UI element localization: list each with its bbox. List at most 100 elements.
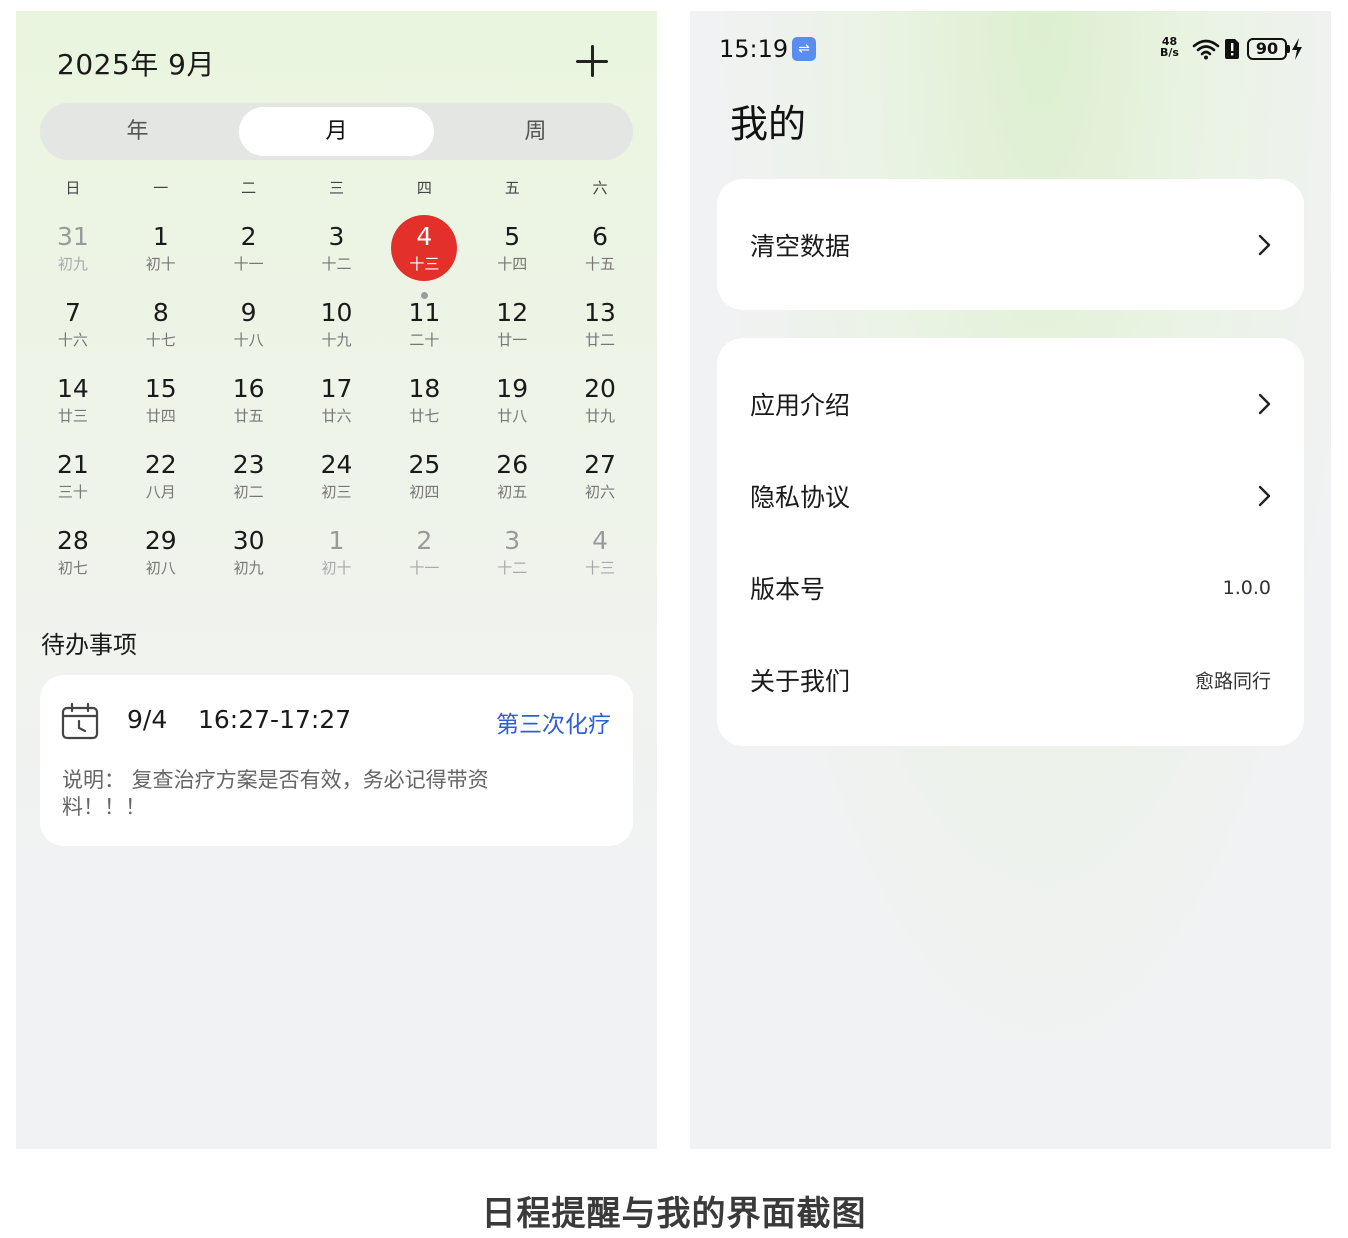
calendar-clock-icon [61, 702, 99, 740]
settings-row-label: 应用介绍 [750, 391, 851, 420]
lunar-date: 初七 [57, 559, 88, 577]
day-cell[interactable]: 23 初二 [205, 443, 293, 519]
day-number: 23 [232, 450, 265, 479]
settings-row[interactable]: 清空数据 [717, 199, 1304, 291]
day-number: 12 [496, 298, 529, 327]
lunar-date: 十六 [57, 331, 88, 349]
day-cell[interactable]: 31 初九 [29, 215, 117, 291]
lunar-date: 十七 [145, 331, 176, 349]
day-cell[interactable]: 5 十四 [468, 215, 556, 291]
settings-card-data: 清空数据 [717, 179, 1304, 310]
lunar-date: 十四 [497, 255, 528, 273]
day-cell[interactable]: 25 初四 [380, 443, 468, 519]
day-cell[interactable]: 20 廿九 [556, 367, 644, 443]
settings-row[interactable]: 应用介绍 [717, 358, 1304, 450]
day-cell[interactable]: 13 廿二 [556, 291, 644, 367]
day-cell[interactable]: 29 初八 [117, 519, 205, 595]
day-cell[interactable]: 15 廿四 [117, 367, 205, 443]
lunar-date: 十二 [321, 255, 352, 273]
lunar-date: 十一 [409, 559, 440, 577]
settings-row-value: 1.0.0 [1222, 577, 1271, 599]
day-number: 18 [408, 374, 441, 403]
day-cell[interactable]: 16 廿五 [205, 367, 293, 443]
day-cell[interactable]: 30 初九 [205, 519, 293, 595]
net-speed-unit: B/s [1160, 46, 1179, 59]
net-speed: 48 B/s [1160, 36, 1179, 58]
chevron-right-icon [1258, 485, 1271, 507]
day-cell[interactable]: 3 十二 [293, 215, 381, 291]
lunar-date: 初五 [497, 483, 528, 501]
day-cell[interactable]: 3 十二 [468, 519, 556, 595]
settings-row[interactable]: 关于我们 愈路同行 [717, 634, 1304, 726]
day-number: 1 [328, 526, 345, 555]
usb-icon: ⇌ [792, 37, 816, 61]
settings-row-value: 愈路同行 [1194, 670, 1271, 693]
day-number: 4 [592, 526, 609, 555]
day-number: 15 [144, 374, 177, 403]
day-cell[interactable]: 28 初七 [29, 519, 117, 595]
day-cell[interactable]: 2 十一 [380, 519, 468, 595]
day-cell[interactable]: 2 十一 [205, 215, 293, 291]
lunar-date: 十一 [233, 255, 264, 273]
chevron-right-icon [1258, 393, 1271, 415]
settings-row-label: 清空数据 [750, 232, 851, 261]
weekday-label: 六 [592, 179, 608, 197]
day-cell[interactable]: 4 十三 [556, 519, 644, 595]
day-cell[interactable]: 27 初六 [556, 443, 644, 519]
day-cell[interactable]: 6 十五 [556, 215, 644, 291]
day-cell[interactable]: 17 廿六 [293, 367, 381, 443]
lunar-date: 十三 [585, 559, 616, 577]
weekday-label: 一 [153, 179, 169, 197]
day-cell[interactable]: 1 初十 [293, 519, 381, 595]
day-cell[interactable]: 21 三十 [29, 443, 117, 519]
day-cell[interactable]: 24 初三 [293, 443, 381, 519]
day-cell[interactable]: 22 八月 [117, 443, 205, 519]
day-cell[interactable]: 26 初五 [468, 443, 556, 519]
todo-heading: 待办事项 [41, 631, 137, 659]
day-number: 3 [328, 222, 345, 251]
weekday-label: 日 [65, 179, 81, 197]
day-number: 21 [57, 450, 89, 479]
day-number: 11 [408, 298, 441, 327]
lunar-date: 初九 [57, 255, 88, 273]
day-cell[interactable]: 8 十七 [117, 291, 205, 367]
weekday-label: 五 [504, 179, 520, 197]
tab-month[interactable]: 月 [239, 107, 434, 156]
todo-card[interactable]: 9/4 16:27-17:27 第三次化疗 说明： 复查治疗方案是否有效，务必记… [40, 675, 633, 846]
wifi-icon [1192, 39, 1220, 60]
day-cell[interactable]: 18 廿七 [380, 367, 468, 443]
add-event-button[interactable] [572, 41, 612, 81]
lunar-date: 初四 [409, 483, 440, 501]
day-number: 2 [240, 222, 257, 251]
lunar-date: 廿三 [57, 407, 88, 425]
day-cell[interactable]: 12 廿一 [468, 291, 556, 367]
day-cell-today[interactable]: 4 十三 [380, 215, 468, 299]
todo-title[interactable]: 第三次化疗 [496, 705, 611, 739]
lunar-date: 十八 [233, 331, 264, 349]
lunar-date: 初二 [233, 483, 264, 501]
day-cell[interactable]: 19 廿八 [468, 367, 556, 443]
settings-row[interactable]: 版本号 1.0.0 [717, 542, 1304, 634]
settings-row-label: 版本号 [750, 575, 826, 604]
tab-year[interactable]: 年 [40, 107, 235, 156]
day-cell[interactable]: 11 二十 [380, 291, 468, 367]
settings-row-label: 隐私协议 [750, 483, 851, 512]
day-cell[interactable]: 1 初十 [117, 215, 205, 291]
day-cell[interactable]: 10 十九 [293, 291, 381, 367]
status-time: 15:19 [719, 35, 789, 63]
day-number: 4 [416, 222, 433, 251]
lunar-date: 廿二 [585, 331, 616, 349]
lunar-date: 廿四 [145, 407, 176, 425]
day-cell[interactable]: 14 廿三 [29, 367, 117, 443]
tab-week[interactable]: 周 [438, 107, 633, 156]
day-cell[interactable]: 7 十六 [29, 291, 117, 367]
lunar-date: 初十 [321, 559, 352, 577]
lunar-date: 二十 [409, 331, 440, 349]
todo-date: 9/4 [127, 705, 168, 734]
settings-row[interactable]: 隐私协议 [717, 450, 1304, 542]
settings-card-info: 应用介绍隐私协议版本号 1.0.0 关于我们 愈路同行 [717, 338, 1304, 746]
day-number: 3 [504, 526, 521, 555]
lunar-date: 三十 [57, 483, 88, 501]
day-number: 10 [320, 298, 353, 327]
day-cell[interactable]: 9 十八 [205, 291, 293, 367]
